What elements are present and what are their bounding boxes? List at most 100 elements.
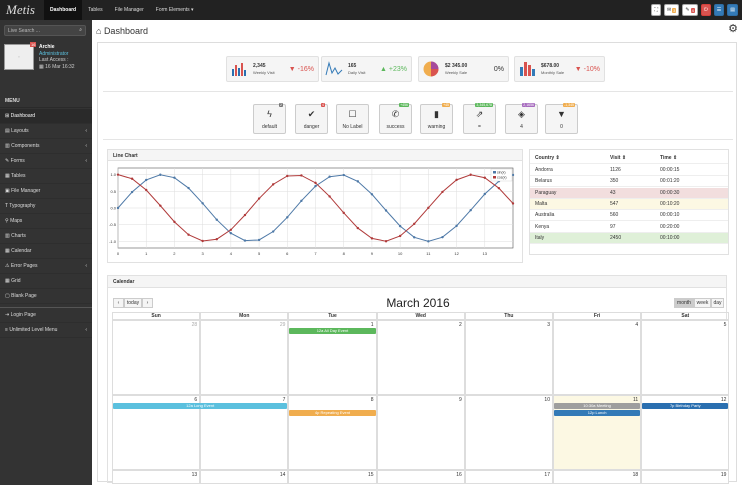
- calendar-day[interactable]: 10: [464, 395, 553, 470]
- calendar-day[interactable]: 29: [200, 320, 289, 395]
- quick-button-4[interactable]: ▮ warning +45: [420, 103, 453, 134]
- legend-label: sin(x): [497, 171, 506, 175]
- search-icon[interactable]: ⌕: [79, 27, 82, 33]
- data-point: [370, 237, 374, 240]
- sidebar-item-label: Dashboard: [10, 113, 36, 119]
- y-tick-label: 0.0: [110, 206, 116, 211]
- quick-button-label: 4: [520, 124, 523, 130]
- view-month-button[interactable]: month: [674, 298, 694, 308]
- view-day-button[interactable]: day: [711, 298, 724, 308]
- x-tick-label: 2: [173, 251, 176, 256]
- sidebar-item-typography[interactable]: T Typography: [0, 199, 92, 214]
- square-icon: ☐: [348, 109, 357, 119]
- calendar-event[interactable]: 12a All Day Event: [289, 328, 376, 334]
- quick-button-label: 0: [560, 124, 563, 130]
- quick-button-label: success: [386, 124, 405, 130]
- calendar-day[interactable]: 15: [288, 470, 377, 484]
- table-cell: 00:10:20: [660, 200, 680, 207]
- quick-button-5[interactable]: ⇗ = 3,345,678: [463, 103, 496, 134]
- calendar-day[interactable]: 18: [553, 470, 642, 484]
- comment-icon[interactable]: ✎ 4: [682, 4, 698, 16]
- column-header[interactable]: Country ⇕: [535, 153, 560, 164]
- quick-button-2[interactable]: ☐ No Label: [336, 104, 369, 134]
- calendar-day[interactable]: 8: [288, 395, 377, 470]
- x-tick-label: 3: [202, 251, 205, 256]
- calendar-day[interactable]: 5: [641, 320, 730, 395]
- envelope-icon[interactable]: ✉ 3: [663, 4, 680, 16]
- main-content: ⌂ Dashboard ⚙ 2,345 Weekly Visit ▼ -16% 165…: [92, 20, 742, 485]
- calendar-event[interactable]: 7p Birthday Party: [642, 403, 729, 409]
- sidebar-item-components[interactable]: ▥ Components ‹: [0, 139, 92, 154]
- divider: [103, 139, 733, 140]
- toggle-icon[interactable]: ▤: [727, 4, 738, 16]
- stat-label: Weekly Sale: [445, 70, 468, 75]
- view-week-button[interactable]: week: [694, 298, 711, 308]
- next-button[interactable]: ›: [142, 298, 153, 308]
- sidebar-item-dashboard[interactable]: ⊞ Dashboard: [0, 109, 92, 124]
- fullscreen-icon[interactable]: ⛶: [651, 4, 661, 16]
- chevron-left-icon: ‹: [85, 327, 87, 333]
- calendar-day[interactable]: 9: [376, 395, 465, 470]
- gear-icon[interactable]: ⚙: [728, 22, 738, 35]
- logo[interactable]: Metis: [6, 2, 35, 18]
- calendar-event[interactable]: 12p Lunch: [554, 410, 641, 416]
- trend-arrow-icon: ▼: [574, 66, 584, 73]
- sidebar-item-login-page[interactable]: ⇥ Login Page: [0, 308, 92, 323]
- sidebar-item-error-pages[interactable]: ⚠ Error Pages ‹: [0, 259, 92, 274]
- power-icon[interactable]: ⏻: [700, 4, 711, 16]
- table-row: Australia 560 00:00:10: [530, 210, 728, 222]
- calendar-day[interactable]: 4: [553, 320, 642, 395]
- day-number: 10: [544, 397, 550, 403]
- calendar-event[interactable]: 12a Long Event: [113, 403, 288, 409]
- quick-button-6[interactable]: ◈ 4 2,1656: [505, 103, 538, 134]
- column-header[interactable]: Time ⇕: [660, 153, 677, 164]
- stat-label: Daily Visit: [348, 70, 366, 75]
- prev-button[interactable]: ‹: [113, 298, 124, 308]
- sidebar-item-layouts[interactable]: ▤ Layouts ‹: [0, 124, 92, 139]
- sidebar-item-calendar[interactable]: ▦ Calendar: [0, 244, 92, 259]
- nav-tables[interactable]: Tables: [82, 0, 108, 20]
- nav-form-elements[interactable]: Form Elements ▾: [150, 0, 200, 20]
- calendar-day[interactable]: 19: [641, 470, 730, 484]
- sidebar-item-tables[interactable]: ▦ Tables: [0, 169, 92, 184]
- nav-file-manager[interactable]: File Manager: [109, 0, 150, 20]
- today-button[interactable]: today: [124, 298, 142, 308]
- sidebar-item-maps[interactable]: ⚲ Maps: [0, 214, 92, 229]
- calendar-day[interactable]: 14: [200, 470, 289, 484]
- sidebar-item-file-manager[interactable]: ▣ File Manager: [0, 184, 92, 199]
- quick-button-badge: +456: [399, 103, 409, 107]
- calendar-event[interactable]: 10:30a Meeting: [554, 403, 641, 409]
- calendar-day[interactable]: 17: [464, 470, 553, 484]
- quick-button-label: danger: [303, 124, 320, 130]
- calendar-panel: Calendar ‹ today › March 2016 month week…: [107, 275, 730, 484]
- column-header[interactable]: Visit ⇕: [610, 153, 626, 164]
- menu-icon[interactable]: ☰: [713, 4, 725, 16]
- sidebar-item-forms[interactable]: ✎ Forms ‹: [0, 154, 92, 169]
- quick-button-0[interactable]: ϟ default 2: [253, 103, 286, 134]
- avatar-badge: 16: [30, 42, 37, 47]
- stat-percent: ▼ -10%: [575, 66, 600, 73]
- sidebar-item-charts[interactable]: ▥ Charts: [0, 229, 92, 244]
- calendar-day[interactable]: 2: [376, 320, 465, 395]
- sidebar-menu: ⊞ Dashboard ▤ Layouts ‹ ▥ Components ‹ ✎ Form…: [0, 109, 92, 304]
- sidebar-item-blank-page[interactable]: ▢ Blank Page: [0, 289, 92, 304]
- quick-button-3[interactable]: ✆ success +456: [379, 103, 412, 134]
- table-cell: Kenya: [535, 223, 550, 230]
- calendar-event[interactable]: 4p Repeating Event: [289, 410, 376, 416]
- quick-button-1[interactable]: ✔ danger 4: [295, 103, 328, 134]
- table-cell: Paraguay: [535, 189, 557, 196]
- x-tick-label: 11: [426, 251, 431, 256]
- search-input[interactable]: Live Search ... ⌕: [4, 25, 86, 36]
- calendar-day[interactable]: 28: [112, 320, 201, 395]
- calendar-day[interactable]: 3: [464, 320, 553, 395]
- sidebar-item-grid[interactable]: ▦ Grid: [0, 274, 92, 289]
- avatar[interactable]: ▫: [4, 44, 34, 70]
- quick-button-7[interactable]: ▼ 0 -1,345: [545, 103, 578, 134]
- nav-dashboard[interactable]: Dashboard: [44, 0, 83, 20]
- sidebar-item-unlimited-level-menu[interactable]: ≡ Unlimited Level Menu ‹: [0, 323, 92, 338]
- stat-percent-text: -16%: [297, 66, 314, 73]
- column-chart-icon: [518, 60, 536, 78]
- sidebar-item-label: Forms: [10, 158, 25, 164]
- calendar-day[interactable]: 16: [376, 470, 465, 484]
- calendar-day[interactable]: 13: [112, 470, 201, 484]
